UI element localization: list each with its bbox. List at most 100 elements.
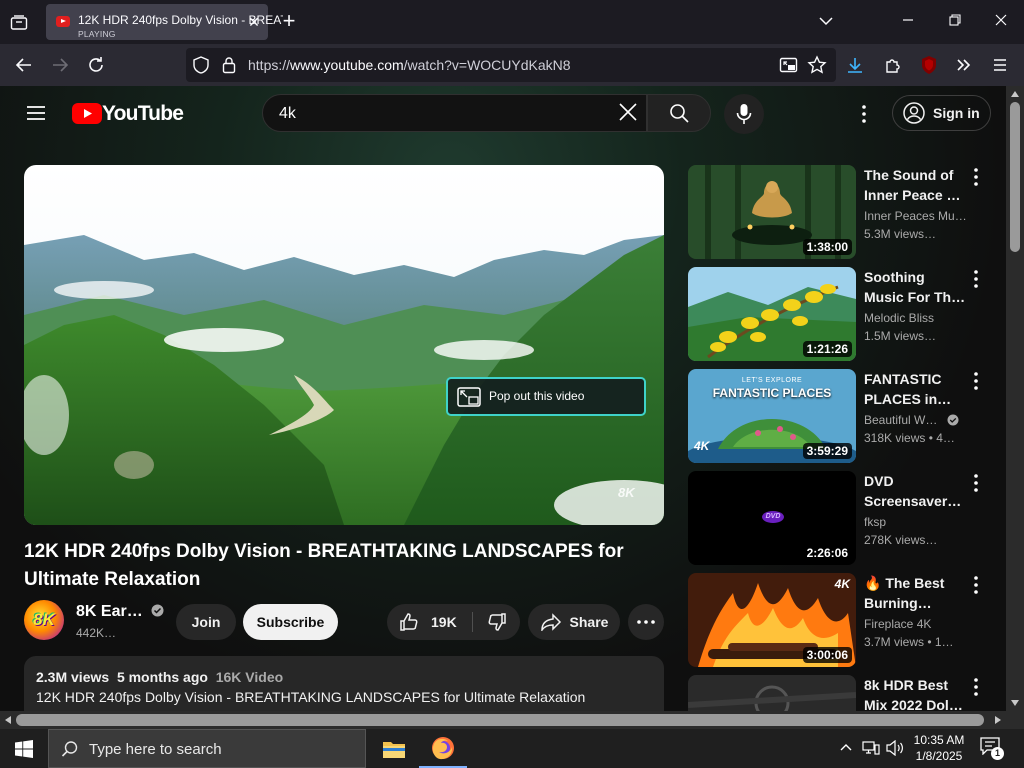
sign-in-button[interactable]: Sign in	[892, 95, 991, 131]
guide-menu-icon[interactable]	[24, 102, 48, 124]
new-tab-button[interactable]: +	[278, 10, 300, 33]
recommendation-title[interactable]: Soothing Music For The Nerve…	[864, 267, 968, 307]
reload-icon[interactable]	[84, 53, 108, 77]
browser-nav-toolbar: https://www.youtube.com/watch?v=WOCUYdKa…	[0, 44, 1024, 106]
show-hidden-icons-chevron-icon[interactable]	[840, 743, 852, 751]
recommendation-title[interactable]: DVD Screensaver…	[864, 471, 968, 511]
file-explorer-taskbar-button[interactable]	[370, 729, 418, 768]
network-icon[interactable]	[862, 740, 880, 756]
recommendation-channel-text: Beautiful W…	[864, 413, 938, 427]
start-button[interactable]	[0, 729, 48, 768]
more-actions-button[interactable]	[628, 604, 664, 640]
join-button[interactable]: Join	[176, 604, 236, 640]
scroll-right-arrow-icon[interactable]	[995, 716, 1001, 724]
recommendation-kebab-icon[interactable]	[970, 167, 982, 187]
vertical-scroll-thumb[interactable]	[1010, 102, 1020, 252]
horizontal-scroll-thumb[interactable]	[16, 714, 984, 726]
recommendation-item[interactable]: LET'S EXPLORE FANTASTIC PLACES 4K 3:59:2…	[688, 369, 998, 465]
vertical-scrollbar[interactable]	[1006, 86, 1024, 711]
more-tools-chevrons-icon[interactable]	[952, 53, 976, 77]
extensions-puzzle-icon[interactable]	[881, 53, 905, 77]
recommendation-thumbnail[interactable]: 1:38:00	[688, 165, 856, 259]
browser-tab-active[interactable]: 12K HDR 240fps Dolby Vision - BREATHTAKI…	[46, 4, 283, 40]
recommendation-item[interactable]: 1:21:26 Soothing Music For The Nerve… Me…	[688, 267, 998, 363]
pop-out-icon	[457, 387, 481, 407]
url-text[interactable]: https://www.youtube.com/watch?v=WOCUYdKa…	[248, 57, 571, 73]
url-bar[interactable]: https://www.youtube.com/watch?v=WOCUYdKa…	[186, 48, 836, 82]
like-button[interactable]: 19K	[387, 604, 472, 640]
video-duration: 3:59:29	[802, 443, 852, 459]
youtube-logo-icon[interactable]	[72, 103, 102, 124]
recommendation-thumbnail[interactable]	[688, 675, 856, 711]
share-button[interactable]: Share	[528, 604, 620, 640]
recommendation-kebab-icon[interactable]	[970, 269, 982, 289]
firefox-taskbar-button[interactable]	[419, 729, 467, 768]
taskbar-search-placeholder: Type here to search	[89, 741, 222, 758]
tab-list-icon[interactable]	[8, 12, 30, 34]
recommendation-item[interactable]: 1:38:00 The Sound of Inner Peace 7 … Inn…	[688, 165, 998, 261]
dislike-button[interactable]	[473, 604, 520, 640]
scroll-up-arrow-icon[interactable]	[1011, 91, 1019, 97]
volume-icon[interactable]	[886, 740, 904, 756]
recommendation-title[interactable]: FANTASTIC PLACES in 4K…	[864, 369, 968, 409]
bookmark-star-icon[interactable]	[807, 55, 827, 80]
recommendation-title[interactable]: 8k HDR Best Mix 2022 Dol…	[864, 675, 968, 711]
tracking-protection-shield-icon[interactable]	[192, 56, 210, 79]
notification-center-button[interactable]: 1	[980, 737, 1004, 761]
url-path: /watch?v=WOCUYdKakN8	[403, 57, 571, 73]
recommendation-item[interactable]: 4K 3:00:06 🔥 The Best Burning… Fireplace…	[688, 573, 998, 669]
channel-avatar[interactable]: 8K	[24, 600, 64, 640]
taskbar-clock[interactable]: 10:35 AM 1/8/2025	[908, 732, 970, 764]
taskbar-search-box[interactable]: Type here to search	[48, 729, 366, 768]
recommendation-channel[interactable]: Fireplace 4K	[864, 617, 968, 631]
upload-age: 5 months ago	[116, 669, 208, 685]
voice-search-button[interactable]	[724, 94, 764, 134]
subscribe-button[interactable]: Subscribe	[243, 604, 338, 640]
sign-in-label: Sign in	[933, 105, 980, 121]
recommendation-thumbnail[interactable]: 1:21:26	[688, 267, 856, 361]
video-hashtag[interactable]: 16K Video	[216, 669, 283, 685]
downloads-icon[interactable]	[843, 53, 867, 77]
recommendation-kebab-icon[interactable]	[970, 677, 982, 697]
channel-name[interactable]: 8K Ear…	[76, 603, 164, 621]
recommendation-kebab-icon[interactable]	[970, 371, 982, 391]
recommendation-thumbnail[interactable]: DVD 2:26:06	[688, 471, 856, 565]
recommendation-item[interactable]: 8k HDR Best Mix 2022 Dol…	[688, 675, 998, 711]
windows-taskbar: Type here to search 10:35 AM 1/8/2025 1	[0, 729, 1024, 768]
list-all-tabs-chevron-icon[interactable]	[814, 10, 838, 34]
recommendation-thumbnail[interactable]: LET'S EXPLORE FANTASTIC PLACES 4K 3:59:2…	[688, 369, 856, 463]
recommendation-channel[interactable]: Beautiful W…	[864, 413, 968, 427]
secure-lock-icon[interactable]	[222, 56, 236, 79]
recommendation-item[interactable]: DVD 2:26:06 DVD Screensaver… fksp 278K v…	[688, 471, 998, 567]
app-menu-hamburger-icon[interactable]	[988, 53, 1012, 77]
close-window-icon[interactable]	[989, 10, 1013, 34]
video-player[interactable]: 8K	[24, 165, 664, 525]
horizontal-scrollbar[interactable]	[0, 711, 1006, 729]
recommendation-title[interactable]: 🔥 The Best Burning…	[864, 573, 968, 613]
ublock-extension-icon[interactable]	[917, 53, 941, 77]
scroll-down-arrow-icon[interactable]	[1011, 700, 1019, 706]
back-arrow-icon[interactable]	[12, 53, 36, 77]
search-input[interactable]: 4k	[262, 94, 647, 132]
folder-icon	[383, 741, 405, 758]
recommendation-channel[interactable]: fksp	[864, 515, 968, 529]
clear-search-icon[interactable]	[618, 102, 642, 126]
recommendation-kebab-icon[interactable]	[970, 473, 982, 493]
youtube-logo-text[interactable]: YouTube	[102, 102, 184, 126]
pop-out-video-button[interactable]: Pop out this video	[446, 377, 646, 416]
restore-window-icon[interactable]	[943, 10, 967, 34]
recommendation-title[interactable]: The Sound of Inner Peace 7 …	[864, 165, 968, 205]
recommendation-views: 5.3M views…	[864, 227, 937, 241]
description-box[interactable]: 2.3M views 5 months ago 16K Video 12K HD…	[24, 656, 664, 711]
tab-close-icon[interactable]: ✕	[246, 14, 262, 30]
minimize-window-icon[interactable]	[896, 10, 920, 34]
recommendation-channel[interactable]: Melodic Bliss	[864, 311, 968, 325]
recommendation-channel[interactable]: Inner Peaces Mu…	[864, 209, 968, 223]
forward-arrow-icon[interactable]	[48, 53, 72, 77]
search-button[interactable]	[647, 94, 711, 132]
recommendation-thumbnail[interactable]: 4K 3:00:06	[688, 573, 856, 667]
settings-kebab-icon[interactable]	[852, 103, 876, 125]
picture-in-picture-icon[interactable]	[779, 56, 799, 79]
recommendation-kebab-icon[interactable]	[970, 575, 982, 595]
scroll-left-arrow-icon[interactable]	[5, 716, 11, 724]
